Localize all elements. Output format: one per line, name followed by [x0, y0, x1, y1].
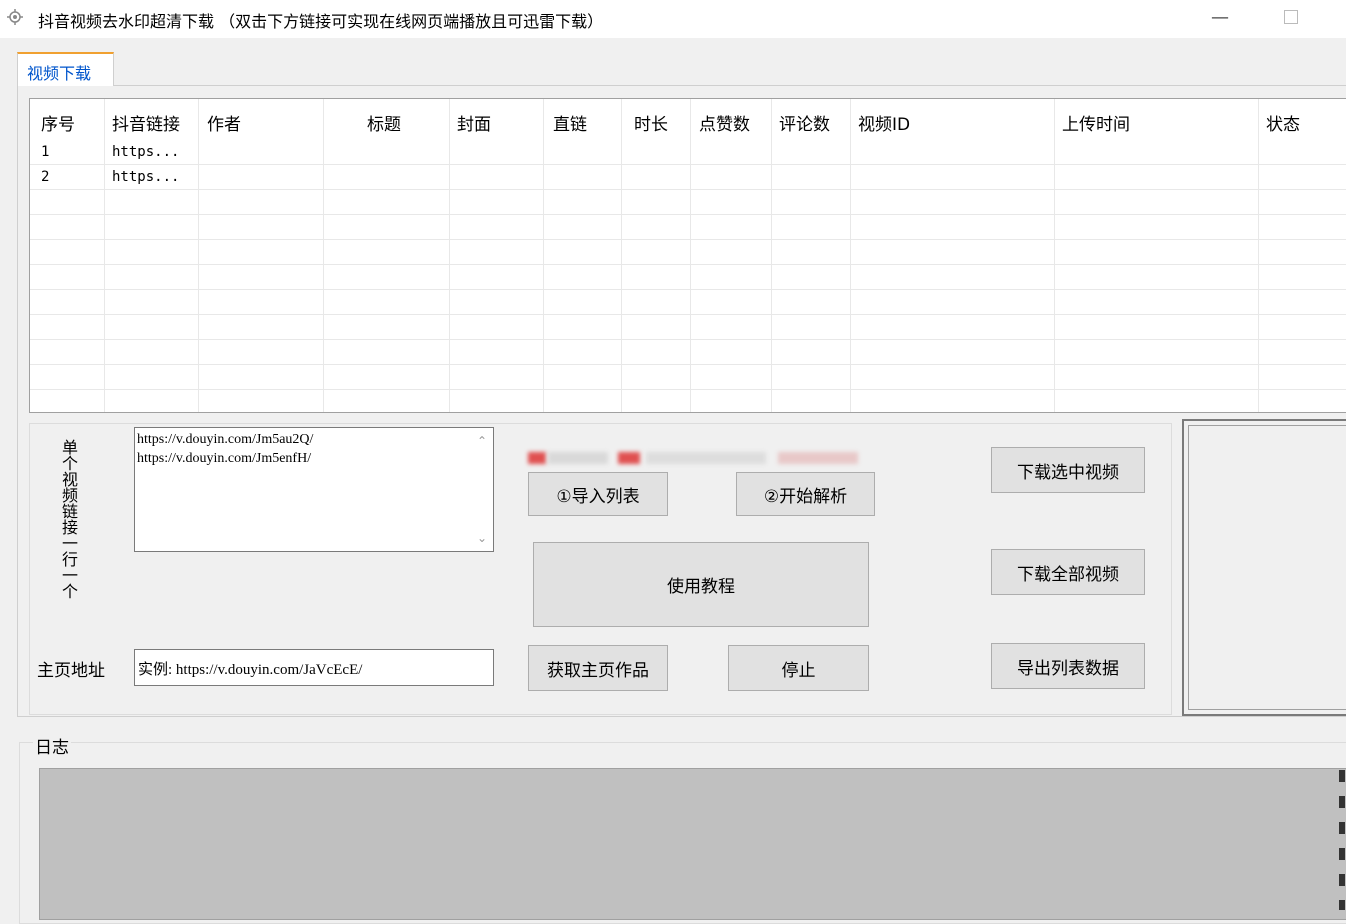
column-header-likes[interactable]: 点赞数: [699, 110, 750, 135]
grid-line: [621, 99, 622, 412]
preview-box: [1182, 419, 1346, 716]
tutorial-button[interactable]: 使用教程: [533, 542, 869, 627]
preview-frame: [1188, 425, 1346, 710]
column-header-index[interactable]: 序号: [41, 110, 75, 135]
scroll-down-icon[interactable]: ⌄: [477, 531, 487, 545]
label-line: 视频: [61, 470, 78, 505]
maximize-button[interactable]: [1284, 10, 1298, 24]
column-header-cover[interactable]: 封面: [457, 110, 491, 135]
start-parse-button[interactable]: ②开始解析: [736, 472, 875, 516]
grid-line: [30, 214, 1346, 215]
grid-line: [771, 99, 772, 412]
gear-icon: [7, 9, 23, 25]
tab-video-download[interactable]: 视频下载: [17, 52, 114, 86]
blurred-notice: [528, 452, 870, 464]
label-line: 一个: [61, 566, 78, 601]
log-title: 日志: [33, 733, 71, 758]
column-header-title[interactable]: 标题: [367, 110, 401, 135]
download-selected-button[interactable]: 下载选中视频: [991, 447, 1145, 493]
column-header-author[interactable]: 作者: [207, 110, 241, 135]
grid-line: [198, 99, 199, 412]
table-header: 序号 抖音链接 作者 标题 封面 直链 时长 点赞数 评论数 视频ID 上传时间…: [30, 99, 1346, 143]
title-bar: 抖音视频去水印超清下载 （双击下方链接可实现在线网页端播放且可迅雷下载） —: [0, 0, 1346, 38]
grid-line: [30, 289, 1346, 290]
grid-line: [104, 99, 105, 412]
column-header-direct-link[interactable]: 直链: [553, 110, 587, 135]
tab-label: 视频下载: [27, 64, 92, 83]
column-header-video-id[interactable]: 视频ID: [858, 110, 910, 135]
grid-line: [30, 389, 1346, 390]
grid-line: [850, 99, 851, 412]
row-link[interactable]: https...: [112, 169, 179, 185]
column-header-duration[interactable]: 时长: [634, 110, 668, 135]
import-list-button[interactable]: ①导入列表: [528, 472, 668, 516]
label-line: 单个: [61, 438, 78, 473]
grid-line: [30, 239, 1346, 240]
homepage-label: 主页地址: [37, 661, 105, 681]
row-index: 1: [41, 144, 50, 160]
single-links-value: https://v.douyin.com/Jm5au2Q/ https://v.…: [137, 432, 314, 466]
grid-line: [449, 99, 450, 412]
homepage-input[interactable]: 实例: https://v.douyin.com/JaVcEcE/: [134, 649, 494, 686]
clipped-text-edge: [1339, 770, 1346, 910]
export-list-button[interactable]: 导出列表数据: [991, 643, 1145, 689]
grid-line: [323, 99, 324, 412]
fetch-home-button[interactable]: 获取主页作品: [528, 645, 668, 691]
grid-line: [30, 189, 1346, 190]
log-textarea[interactable]: [39, 768, 1346, 920]
label-line: 一行: [61, 534, 78, 569]
column-header-upload-time[interactable]: 上传时间: [1062, 110, 1130, 135]
stop-button[interactable]: 停止: [728, 645, 869, 691]
label-line: 链接: [61, 502, 78, 537]
grid-line: [1258, 99, 1259, 412]
single-links-textarea[interactable]: https://v.douyin.com/Jm5au2Q/ https://v.…: [134, 427, 494, 552]
minimize-button[interactable]: —: [1208, 6, 1232, 30]
grid-line: [543, 99, 544, 412]
video-list-table[interactable]: 序号 抖音链接 作者 标题 封面 直链 时长 点赞数 评论数 视频ID 上传时间…: [29, 98, 1346, 413]
grid-line: [30, 164, 1346, 165]
row-index: 2: [41, 169, 50, 185]
download-all-button[interactable]: 下载全部视频: [991, 549, 1145, 595]
column-header-comments[interactable]: 评论数: [779, 110, 830, 135]
row-link[interactable]: https...: [112, 144, 179, 160]
column-header-link[interactable]: 抖音链接: [112, 110, 180, 135]
grid-line: [30, 314, 1346, 315]
window-title: 抖音视频去水印超清下载 （双击下方链接可实现在线网页端播放且可迅雷下载）: [38, 12, 604, 31]
scroll-up-icon[interactable]: ⌃: [477, 434, 487, 448]
single-links-label: 单个 视频 链接 一行 一个: [60, 440, 80, 600]
grid-line: [30, 264, 1346, 265]
grid-line: [690, 99, 691, 412]
grid-line: [30, 339, 1346, 340]
column-header-status[interactable]: 状态: [1266, 110, 1300, 135]
grid-line: [1054, 99, 1055, 412]
grid-line: [30, 364, 1346, 365]
